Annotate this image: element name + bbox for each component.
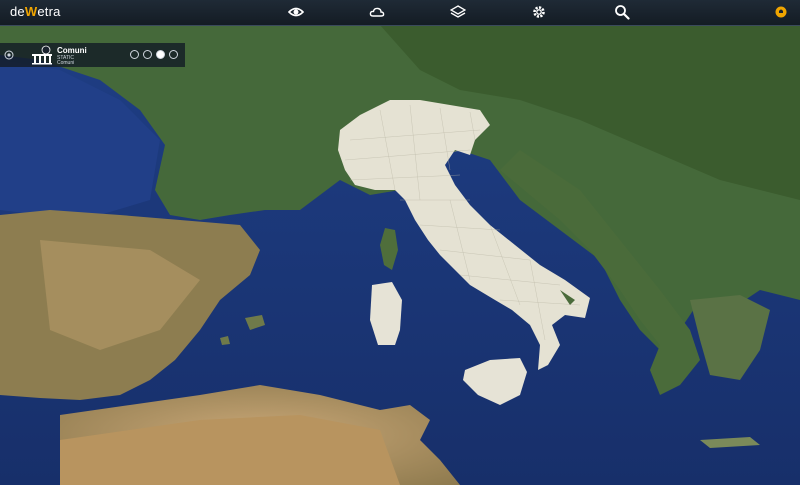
layers-icon — [450, 5, 466, 18]
layer-properties-button[interactable] — [143, 50, 152, 59]
view-icon — [288, 7, 304, 17]
layer-time-button[interactable] — [130, 50, 139, 59]
layer-description: Comuni — [57, 60, 75, 66]
satellite-map[interactable] — [0, 0, 800, 485]
layer-opacity-button[interactable] — [156, 50, 165, 59]
app-logo[interactable]: deWetra — [10, 4, 61, 19]
view-button[interactable] — [286, 3, 306, 21]
municipality-building-icon — [32, 45, 52, 65]
weather-icon — [369, 7, 385, 17]
layer-info-button[interactable] — [169, 50, 178, 59]
search-button[interactable] — [612, 3, 632, 21]
settings-button[interactable] — [529, 3, 549, 21]
settings-icon — [533, 6, 545, 18]
top-toolbar: deWetra — [0, 0, 800, 26]
notification-icon[interactable] — [774, 5, 788, 19]
layer-panel: Comuni STATIC Comuni — [0, 43, 185, 67]
layer-visibility-icon[interactable] — [4, 50, 14, 60]
search-icon — [615, 5, 630, 20]
layers-button[interactable] — [448, 3, 468, 21]
layer-title: Comuni — [57, 46, 87, 55]
weather-button[interactable] — [367, 3, 387, 21]
